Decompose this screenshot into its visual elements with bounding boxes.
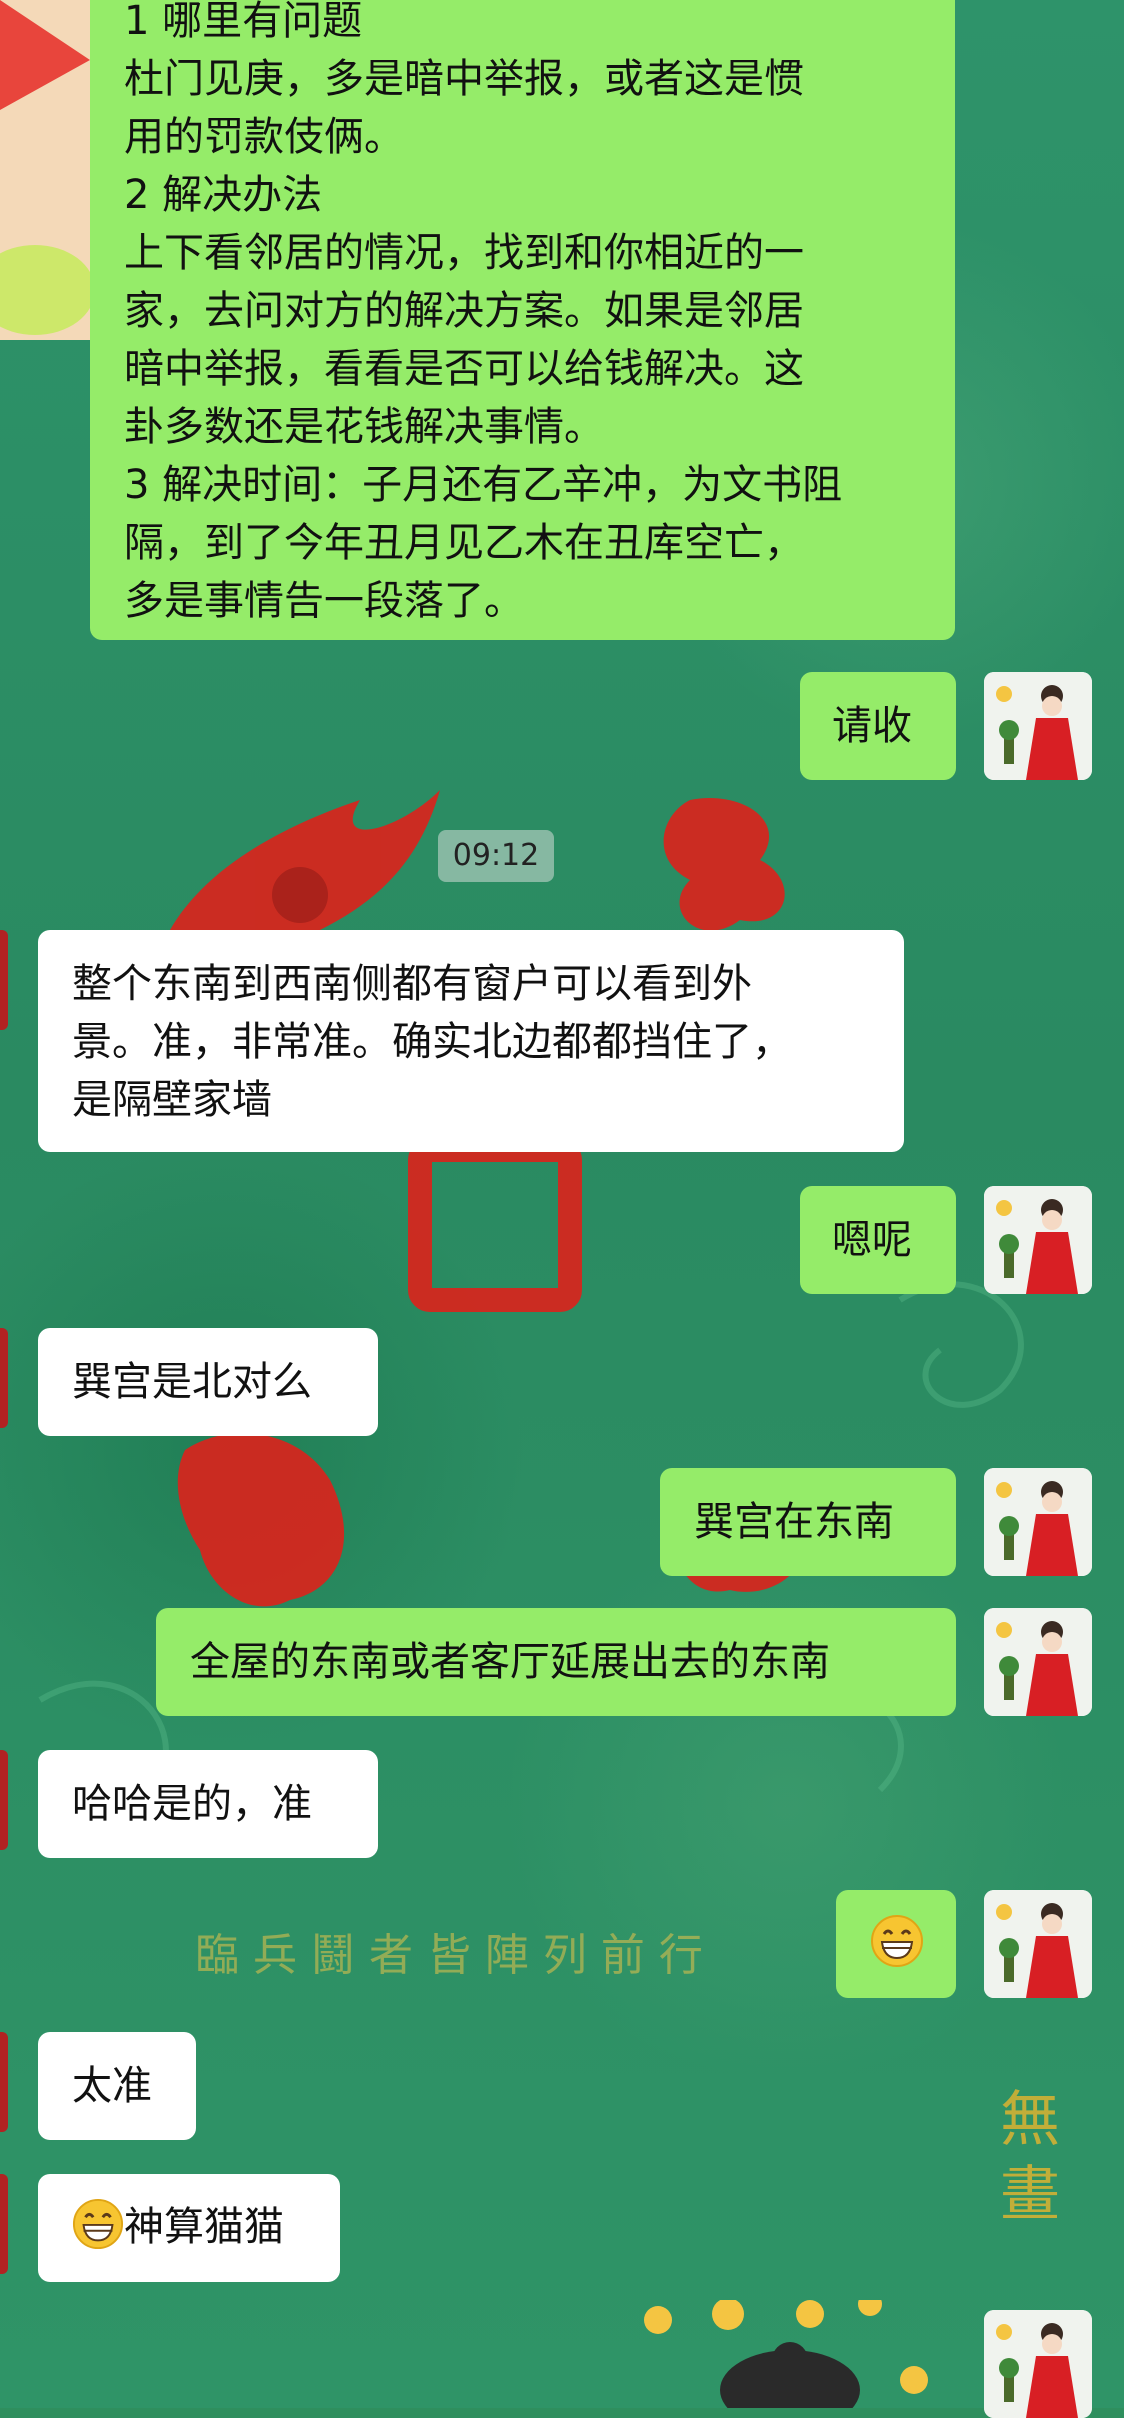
- avatar-figure-icon: [984, 1468, 1092, 1576]
- avatar-other[interactable]: [0, 1750, 8, 1850]
- message-text: 太准: [72, 2063, 152, 2109]
- avatar-self[interactable]: [984, 1468, 1092, 1576]
- message-line: 暗中举报，看看是否可以给钱解决。这: [124, 346, 804, 392]
- sticker-image: [644, 2292, 928, 2418]
- grin-emoji-icon: [72, 2198, 124, 2250]
- avatar-other[interactable]: [0, 2032, 8, 2132]
- svg-text:畫: 畫: [1000, 2160, 1060, 2230]
- message-bubble-outgoing[interactable]: [836, 1890, 956, 1998]
- message-text: 嗯呢: [832, 1217, 912, 1263]
- svg-text:臨 兵 鬪 者 皆 陣 列 前 行: 臨 兵 鬪 者 皆 陣 列 前 行: [195, 1930, 703, 1981]
- message-line: 多是事情告一段落了。: [124, 578, 524, 624]
- message-bubble-outgoing[interactable]: 1 哪里有问题 杜门见庚，多是暗中举报，或者这是惯 用的罚款伎俩。 2 解决办法…: [90, 0, 955, 640]
- message-bubble-outgoing[interactable]: 嗯呢: [800, 1186, 956, 1294]
- avatar-other[interactable]: [0, 1328, 8, 1428]
- message-text: 神算猫猫: [124, 2204, 284, 2250]
- message-bubble-incoming[interactable]: 整个东南到西南侧都有窗户可以看到外 景。准，非常准。确实北边都都挡住了， 是隔壁…: [38, 930, 904, 1152]
- message-bubble-incoming[interactable]: 哈哈是的，准: [38, 1750, 378, 1858]
- grin-emoji-icon: [871, 1915, 923, 1967]
- avatar-figure-icon: [984, 1186, 1092, 1294]
- message-text: 全屋的东南或者客厅延展出去的东南: [190, 1639, 830, 1685]
- sticker-decoration: [0, 0, 90, 340]
- avatar-self[interactable]: [984, 1890, 1092, 1998]
- message-bubble-incoming[interactable]: 神算猫猫: [38, 2174, 340, 2282]
- sticker-message[interactable]: [620, 2292, 950, 2418]
- time-divider: 09:12: [438, 830, 554, 882]
- message-line: 2 解决办法: [124, 172, 323, 218]
- avatar-figure-icon: [984, 1608, 1092, 1716]
- message-line: 用的罚款伎俩。: [124, 114, 404, 160]
- avatar-figure-icon: [984, 672, 1092, 780]
- message-line: 景。准，非常准。确实北边都都挡住了，: [72, 1019, 792, 1065]
- message-bubble-incoming[interactable]: 巽宫是北对么: [38, 1328, 378, 1436]
- message-line: 是隔壁家墙: [72, 1077, 272, 1123]
- avatar-other[interactable]: [0, 930, 8, 1030]
- message-line: 1 哪里有问题: [124, 0, 363, 44]
- message-line: 隔，到了今年丑月见乙木在丑库空亡，: [124, 520, 804, 566]
- message-text: 哈哈是的，准: [72, 1781, 312, 1827]
- avatar-self[interactable]: [984, 2310, 1092, 2418]
- message-text: 请收: [832, 703, 912, 749]
- svg-text:無: 無: [1000, 2085, 1060, 2155]
- message-bubble-outgoing[interactable]: 全屋的东南或者客厅延展出去的东南: [156, 1608, 956, 1716]
- avatar-self[interactable]: [984, 1608, 1092, 1716]
- message-text: 巽宫在东南: [694, 1499, 894, 1545]
- avatar-figure-icon: [984, 2310, 1092, 2418]
- message-bubble-outgoing[interactable]: 请收: [800, 672, 956, 780]
- avatar-figure-icon: [984, 1890, 1092, 1998]
- message-line: 整个东南到西南侧都有窗户可以看到外: [72, 961, 752, 1007]
- message-line: 上下看邻居的情况，找到和你相近的一: [124, 230, 804, 276]
- avatar-other[interactable]: [0, 2174, 8, 2274]
- message-line: 3 解决时间：子月还有乙辛冲，为文书阻: [124, 462, 843, 508]
- avatar-self[interactable]: [984, 672, 1092, 780]
- message-bubble-outgoing[interactable]: 巽宫在东南: [660, 1468, 956, 1576]
- message-bubble-incoming[interactable]: 太准: [38, 2032, 196, 2140]
- message-text: 巽宫是北对么: [72, 1359, 312, 1405]
- message-line: 卦多数还是花钱解决事情。: [124, 404, 604, 450]
- message-line: 家，去问对方的解决方案。如果是邻居: [124, 288, 804, 334]
- chat-background: 臨 兵 鬪 者 皆 陣 列 前 行 無 畫 1 哪里有问题 杜门见庚，多是暗中举…: [0, 0, 1124, 2418]
- avatar-self[interactable]: [984, 1186, 1092, 1294]
- message-line: 杜门见庚，多是暗中举报，或者这是惯: [124, 56, 804, 102]
